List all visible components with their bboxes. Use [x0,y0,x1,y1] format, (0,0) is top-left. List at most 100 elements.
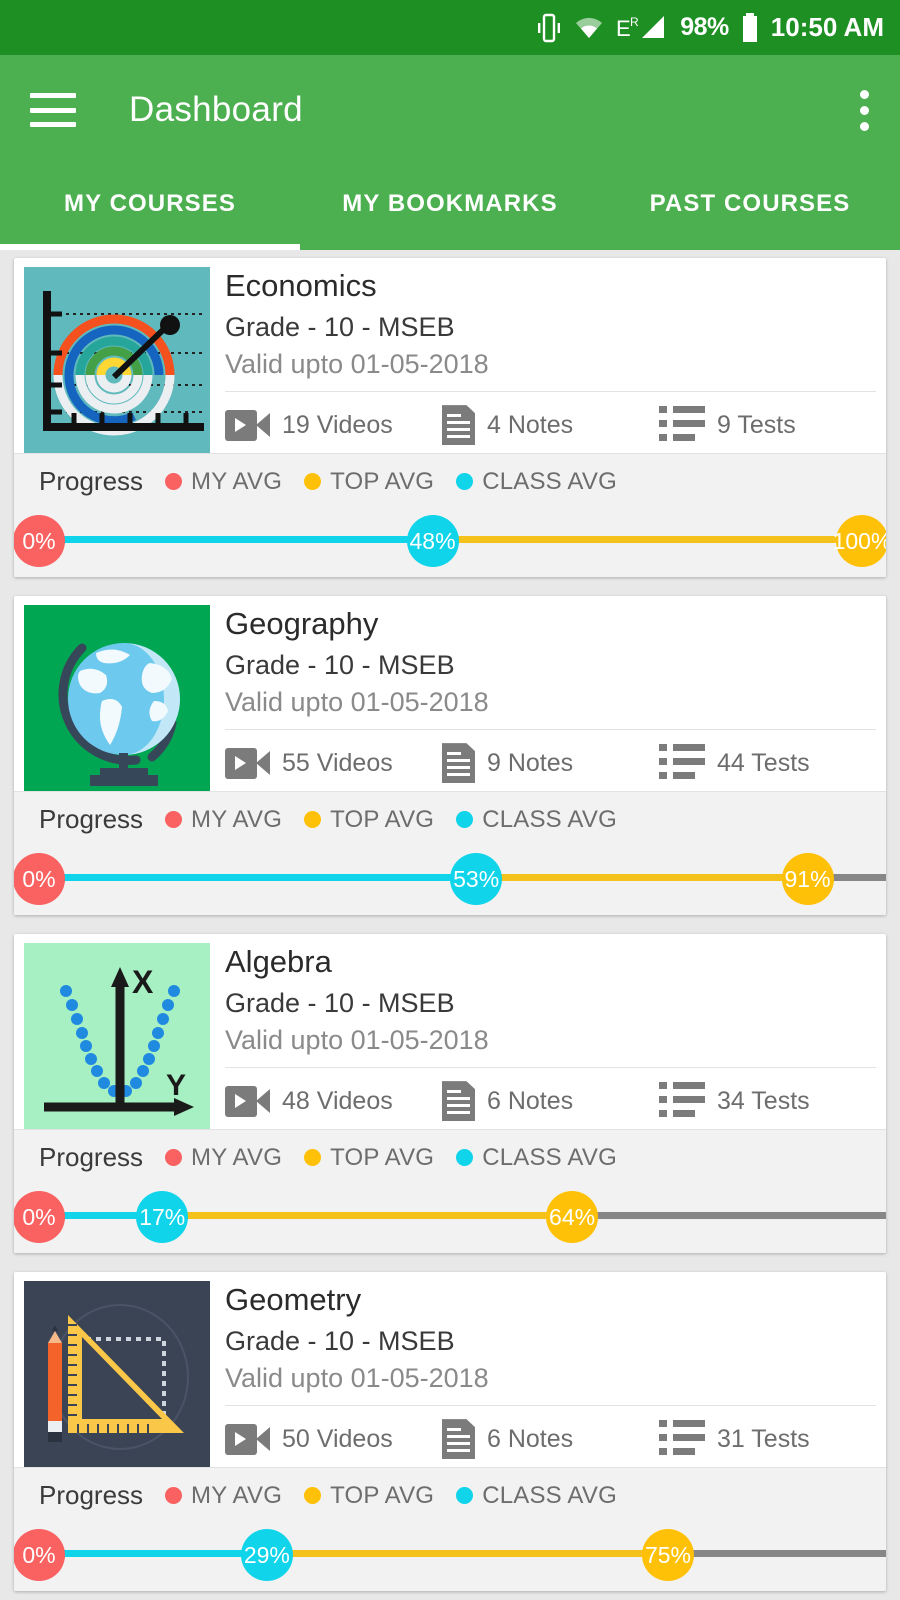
top-avg-bubble[interactable]: 91% [781,853,834,905]
course-card[interactable]: X Y Algebra Grade - 10 - MSEB Valid upto… [14,934,886,1253]
progress-section: Progress MY AVG TOP AVG CLASS AVG [14,1467,886,1591]
my-avg-dot-icon [165,1149,183,1166]
my-avg-bubble[interactable]: 0% [14,853,65,905]
stat-tests[interactable]: 31 Tests [659,1420,876,1458]
page-title: Dashboard [129,90,303,129]
economics-chart-thumbnail [24,267,210,453]
top-avg-dot-icon [304,1487,322,1504]
tab-past-courses[interactable]: PAST COURSES [600,165,900,250]
course-validity: Valid upto 01-05-2018 [225,1024,489,1055]
video-icon [225,1085,270,1117]
stat-tests[interactable]: 34 Tests [659,1082,876,1120]
stat-videos[interactable]: 55 Videos [225,747,442,779]
course-info: Geography Grade - 10 - MSEB Valid upto 0… [210,605,876,791]
class-avg-bubble[interactable]: 17% [136,1191,189,1243]
my-avg-bubble[interactable]: 0% [14,1529,65,1581]
algebra-parabola-thumbnail: X Y [24,943,210,1129]
top-avg-segment [476,874,808,881]
tests-count: 44 Tests [717,748,810,777]
class-avg-dot-icon [456,811,474,828]
stat-notes[interactable]: 6 Notes [442,1419,659,1460]
stat-notes[interactable]: 6 Notes [442,1081,659,1122]
stat-videos[interactable]: 50 Videos [225,1423,442,1455]
top-avg-bubble[interactable]: 75% [642,1529,694,1581]
battery-percent-label: 98% [680,13,729,41]
class-avg-bubble[interactable]: 29% [240,1529,293,1581]
svg-text:E: E [616,16,631,41]
tests-list-icon [659,406,705,444]
tab-my-bookmarks[interactable]: MY BOOKMARKS [300,165,600,250]
class-avg-segment [14,874,477,881]
app-bar: Dashboard MY COURSES MY BOOKMARKS PAST C… [0,55,900,250]
my-avg-dot-icon [165,473,183,490]
legend-my-avg: MY AVG [165,806,282,834]
progress-legend: Progress MY AVG TOP AVG CLASS AVG [14,1142,886,1173]
course-card[interactable]: Geometry Grade - 10 - MSEB Valid upto 01… [14,1272,886,1591]
class-avg-label: CLASS AVG [482,1481,617,1509]
top-avg-bubble[interactable]: 100% [833,515,886,567]
class-avg-dot-icon [456,1149,474,1166]
notes-count: 6 Notes [487,1424,574,1453]
tests-list-icon [659,744,705,782]
my-avg-dot-icon [165,811,183,828]
stat-tests[interactable]: 44 Tests [659,744,876,782]
tests-count: 34 Tests [717,1086,810,1115]
svg-text:Y: Y [166,1069,186,1102]
tests-list-icon [659,1420,705,1458]
videos-count: 50 Videos [282,1424,393,1453]
legend-my-avg: MY AVG [165,1482,282,1510]
hamburger-icon[interactable] [30,93,76,127]
legend-top-avg: TOP AVG [304,1482,434,1510]
progress-label: Progress [39,1142,144,1172]
progress-label: Progress [39,466,144,496]
geography-globe-thumbnail [24,605,210,791]
tests-count: 31 Tests [717,1424,810,1453]
top-avg-dot-icon [304,1149,322,1166]
stat-tests[interactable]: 9 Tests [659,406,876,444]
class-avg-segment [14,536,433,543]
tab-bar: MY COURSES MY BOOKMARKS PAST COURSES [0,165,900,250]
top-avg-bubble[interactable]: 64% [546,1191,599,1243]
my-avg-bubble[interactable]: 0% [14,1191,65,1243]
progress-legend: Progress MY AVG TOP AVG CLASS AVG [14,804,886,835]
my-avg-dot-icon [165,1487,183,1504]
stat-videos[interactable]: 19 Videos [225,409,442,441]
course-grade: Grade - 10 - MSEB [225,987,455,1018]
videos-count: 48 Videos [282,1086,393,1115]
course-title: Geometry [225,1282,362,1317]
course-stats: 50 Videos 6 Notes 31 Tests [225,1404,876,1465]
course-card-top: Geometry Grade - 10 - MSEB Valid upto 01… [14,1272,886,1467]
course-card[interactable]: Economics Grade - 10 - MSEB Valid upto 0… [14,258,886,577]
course-card[interactable]: Geography Grade - 10 - MSEB Valid upto 0… [14,596,886,915]
course-grade: Grade - 10 - MSEB [225,1325,455,1356]
legend-top-avg: TOP AVG [304,468,434,496]
stat-videos[interactable]: 48 Videos [225,1085,442,1117]
top-avg-segment [266,1550,668,1557]
videos-count: 55 Videos [282,748,393,777]
course-title: Economics [225,268,377,303]
class-avg-bubble[interactable]: 53% [450,853,503,905]
app-bar-top: Dashboard [0,55,900,165]
legend-my-avg: MY AVG [165,468,282,496]
my-avg-bubble[interactable]: 0% [14,515,65,567]
progress-label: Progress [39,804,144,834]
class-avg-label: CLASS AVG [482,1143,617,1171]
course-card-top: X Y Algebra Grade - 10 - MSEB Valid upto… [14,934,886,1129]
stat-notes[interactable]: 9 Notes [442,743,659,784]
legend-my-avg: MY AVG [165,1144,282,1172]
legend-class-avg: CLASS AVG [456,806,617,834]
stat-notes[interactable]: 4 Notes [442,405,659,446]
notes-icon [442,405,475,446]
tab-my-courses[interactable]: MY COURSES [0,165,300,250]
top-avg-segment [432,536,886,543]
my-avg-label: MY AVG [191,805,283,833]
class-avg-dot-icon [456,1487,474,1504]
progress-legend: Progress MY AVG TOP AVG CLASS AVG [14,1480,886,1511]
top-avg-dot-icon [304,473,322,490]
svg-text:R: R [630,15,639,29]
class-avg-bubble[interactable]: 48% [406,515,459,567]
wifi-icon [574,16,604,40]
progress-section: Progress MY AVG TOP AVG CLASS AVG [14,453,886,577]
progress-bar: 0% 17% 64% [14,1177,886,1253]
kebab-menu-icon[interactable] [860,89,870,131]
